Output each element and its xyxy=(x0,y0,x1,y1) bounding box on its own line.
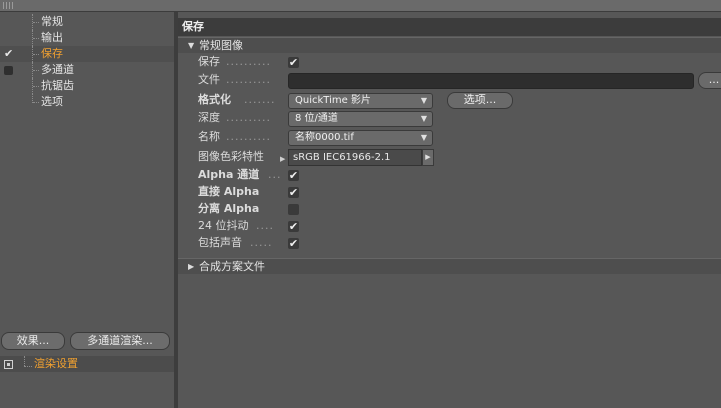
leader-dots: .......... xyxy=(226,111,271,124)
tree-item-options[interactable]: 选项 xyxy=(0,94,174,110)
straight-alpha-label: 直接 Alpha xyxy=(198,185,260,198)
include-sound-checkbox[interactable]: ✔ xyxy=(288,238,299,249)
separate-alpha-row: 分离 Alpha xyxy=(178,201,721,217)
format-row: 格式化 ....... QuickTime 影片 ▼ 选项... xyxy=(178,92,721,109)
tree-item-label: 抗锯齿 xyxy=(41,79,74,92)
section-title: 合成方案文件 xyxy=(199,260,265,273)
panel-title-bar: 保存 xyxy=(178,18,721,36)
section-compositing-file[interactable]: ▶ 合成方案文件 xyxy=(178,258,721,274)
tree-item-checkbox[interactable] xyxy=(4,66,13,75)
effects-button[interactable]: 效果... xyxy=(1,332,65,350)
color-profile-menu-arrow[interactable]: ▶ xyxy=(422,149,434,166)
include-sound-label: 包括声音 xyxy=(198,236,242,249)
tree-item-label: 多通道 xyxy=(41,63,74,76)
dithering-checkbox[interactable]: ✔ xyxy=(288,221,299,232)
separate-alpha-checkbox[interactable] xyxy=(288,204,299,215)
multipass-render-button[interactable]: 多通道渲染... xyxy=(70,332,170,350)
file-label: 文件 xyxy=(198,73,220,86)
straight-alpha-checkbox[interactable]: ✔ xyxy=(288,187,299,198)
color-profile-label: 图像色彩特性 xyxy=(198,150,264,163)
tree-item-general[interactable]: 常规 xyxy=(0,14,174,30)
leader-dots: ....... xyxy=(244,93,276,106)
color-profile-field[interactable]: sRGB IEC61966-2.1 xyxy=(288,149,422,166)
separate-alpha-label: 分离 Alpha xyxy=(198,202,260,215)
section-title: 常规图像 xyxy=(199,39,243,52)
save-checkbox[interactable]: ✔ xyxy=(288,57,299,68)
depth-label: 深度 xyxy=(198,111,220,124)
name-row: 名称 .......... 名称0000.tif ▼ xyxy=(178,129,721,146)
file-row: 文件 .......... ... xyxy=(178,72,721,89)
leader-dots: ..... xyxy=(250,236,273,249)
leader-dots: .... xyxy=(256,219,274,232)
save-settings-panel: 保存 ▼ 常规图像 保存 .......... ✔ 文件 .......... … xyxy=(178,12,721,408)
include-sound-row: 包括声音 ..... ✔ xyxy=(178,235,721,251)
leader-dots: .......... xyxy=(226,73,271,86)
dithering-label: 24 位抖动 xyxy=(198,219,249,232)
alpha-channel-row: Alpha 通道 ... ✔ xyxy=(178,167,721,183)
leader-dots: .......... xyxy=(226,130,271,143)
alpha-channel-checkbox[interactable]: ✔ xyxy=(288,170,299,181)
render-settings-label: 渲染设置 xyxy=(34,357,78,370)
grip-handle-icon[interactable] xyxy=(3,2,15,9)
format-options-button[interactable]: 选项... xyxy=(447,92,513,109)
expand-arrow-icon[interactable]: ▶ xyxy=(188,259,194,274)
save-row: 保存 .......... ✔ xyxy=(178,54,721,70)
alpha-channel-label: Alpha 通道 xyxy=(198,168,260,181)
tree-item-checkbox[interactable]: ✔ xyxy=(4,48,14,59)
tree-item-label: 选项 xyxy=(41,95,63,108)
chevron-down-icon: ▼ xyxy=(420,96,427,105)
top-toolbar xyxy=(0,0,721,12)
color-profile-row: 图像色彩特性 ▶ sRGB IEC61966-2.1 ▶ xyxy=(178,149,721,167)
tree-item-label: 常规 xyxy=(41,15,63,28)
tree-item-label: 保存 xyxy=(41,47,63,60)
tree-item-save[interactable]: ✔ 保存 xyxy=(0,46,174,62)
tree-item-output[interactable]: 输出 xyxy=(0,30,174,46)
save-label: 保存 xyxy=(198,55,220,68)
collapse-arrow-icon[interactable]: ▼ xyxy=(188,38,194,53)
leader-dots: .......... xyxy=(226,55,271,68)
tree-item-antialiasing[interactable]: 抗锯齿 xyxy=(0,78,174,94)
depth-dropdown[interactable]: 8 位/通道 ▼ xyxy=(288,111,433,127)
file-path-input[interactable] xyxy=(288,73,694,89)
name-dropdown[interactable]: 名称0000.tif ▼ xyxy=(288,130,433,146)
dithering-row: 24 位抖动 .... ✔ xyxy=(178,218,721,234)
keyframe-marker-icon[interactable]: ▶ xyxy=(280,151,285,167)
render-settings-item[interactable]: 渲染设置 xyxy=(0,356,174,372)
format-dropdown[interactable]: QuickTime 影片 ▼ xyxy=(288,93,433,109)
section-regular-image[interactable]: ▼ 常规图像 xyxy=(178,37,721,53)
name-label: 名称 xyxy=(198,130,220,143)
straight-alpha-row: 直接 Alpha ✔ xyxy=(178,184,721,200)
settings-tree-panel: 常规 输出 ✔ 保存 多通道 抗锯齿 选项 效果... 多通道渲染... 渲染设… xyxy=(0,12,174,408)
file-browse-button[interactable]: ... xyxy=(698,72,721,89)
render-settings-icon xyxy=(4,360,13,369)
tree-item-multipass[interactable]: 多通道 xyxy=(0,62,174,78)
leader-dots: ... xyxy=(268,168,282,181)
depth-row: 深度 .......... 8 位/通道 ▼ xyxy=(178,110,721,127)
panel-title: 保存 xyxy=(182,20,204,33)
chevron-down-icon: ▼ xyxy=(420,133,427,142)
chevron-down-icon: ▼ xyxy=(420,114,427,123)
tree-item-label: 输出 xyxy=(41,31,63,44)
format-label: 格式化 xyxy=(198,93,231,106)
